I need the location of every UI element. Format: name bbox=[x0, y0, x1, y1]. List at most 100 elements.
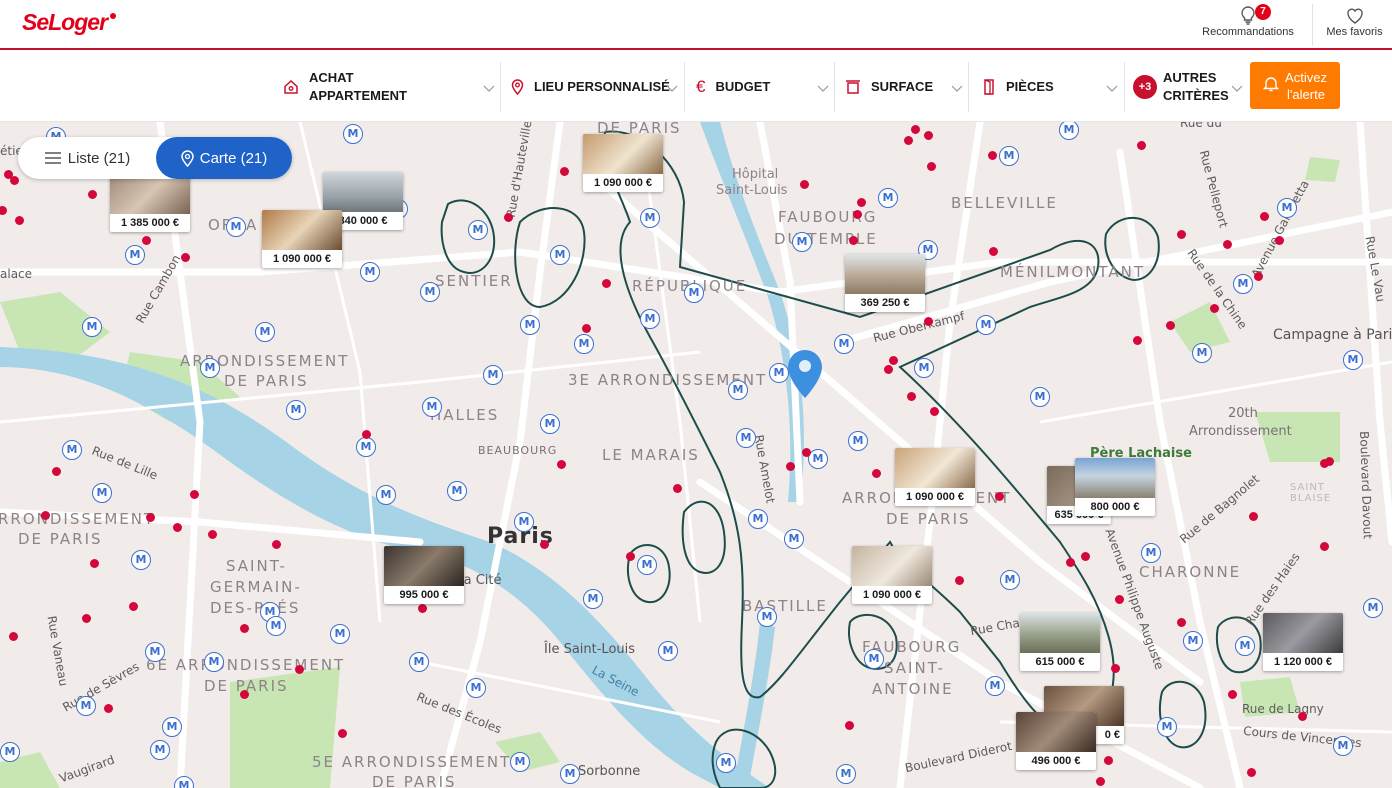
listing-dot[interactable] bbox=[1228, 690, 1237, 699]
listing-price-card[interactable]: 995 000 € bbox=[384, 546, 464, 604]
metro-icon[interactable]: M bbox=[1277, 198, 1297, 218]
map-view-button[interactable]: Carte (21) bbox=[156, 137, 292, 179]
listing-dot[interactable] bbox=[1298, 712, 1307, 721]
metro-icon[interactable]: M bbox=[514, 512, 534, 532]
listing-dot[interactable] bbox=[1111, 664, 1120, 673]
metro-icon[interactable]: M bbox=[360, 262, 380, 282]
metro-icon[interactable]: M bbox=[792, 232, 812, 252]
listing-dot[interactable] bbox=[338, 729, 347, 738]
metro-icon[interactable]: M bbox=[1192, 343, 1212, 363]
listing-dot[interactable] bbox=[889, 356, 898, 365]
metro-icon[interactable]: M bbox=[125, 245, 145, 265]
metro-icon[interactable]: M bbox=[62, 440, 82, 460]
transaction-type-filter[interactable]: ACHAT APPARTEMENT bbox=[283, 64, 495, 110]
metro-icon[interactable]: M bbox=[658, 641, 678, 661]
listing-dot[interactable] bbox=[853, 210, 862, 219]
listing-dot[interactable] bbox=[800, 180, 809, 189]
listing-dot[interactable] bbox=[924, 131, 933, 140]
listing-dot[interactable] bbox=[857, 198, 866, 207]
metro-icon[interactable]: M bbox=[834, 334, 854, 354]
listing-dot[interactable] bbox=[907, 392, 916, 401]
metro-icon[interactable]: M bbox=[560, 764, 580, 784]
listing-dot[interactable] bbox=[786, 462, 795, 471]
listing-dot[interactable] bbox=[1260, 212, 1269, 221]
listing-dot[interactable] bbox=[1223, 240, 1232, 249]
listing-price-card[interactable]: 1 385 000 € bbox=[110, 174, 190, 232]
metro-icon[interactable]: M bbox=[286, 400, 306, 420]
listing-dot[interactable] bbox=[1177, 618, 1186, 627]
metro-icon[interactable]: M bbox=[736, 428, 756, 448]
metro-icon[interactable]: M bbox=[447, 481, 467, 501]
listing-dot[interactable] bbox=[673, 484, 682, 493]
listing-dot[interactable] bbox=[504, 213, 513, 222]
listing-dot[interactable] bbox=[872, 469, 881, 478]
listing-dot[interactable] bbox=[1066, 558, 1075, 567]
listing-dot[interactable] bbox=[1096, 777, 1105, 786]
metro-icon[interactable]: M bbox=[878, 188, 898, 208]
metro-icon[interactable]: M bbox=[422, 397, 442, 417]
listing-dot[interactable] bbox=[988, 151, 997, 160]
listing-dot[interactable] bbox=[557, 460, 566, 469]
metro-icon[interactable]: M bbox=[1030, 387, 1050, 407]
metro-icon[interactable]: M bbox=[640, 309, 660, 329]
listing-dot[interactable] bbox=[911, 125, 920, 134]
listing-price-card[interactable]: 800 000 € bbox=[1075, 458, 1155, 516]
listing-dot[interactable] bbox=[362, 430, 371, 439]
rooms-filter[interactable]: PIÈCES bbox=[982, 64, 1118, 110]
metro-icon[interactable]: M bbox=[76, 696, 96, 716]
listing-dot[interactable] bbox=[802, 448, 811, 457]
listing-dot[interactable] bbox=[955, 576, 964, 585]
listing-dot[interactable] bbox=[240, 690, 249, 699]
metro-icon[interactable]: M bbox=[976, 315, 996, 335]
listing-price-card[interactable]: 1 090 000 € bbox=[895, 448, 975, 506]
listing-dot[interactable] bbox=[90, 559, 99, 568]
listing-dot[interactable] bbox=[295, 665, 304, 674]
metro-icon[interactable]: M bbox=[162, 717, 182, 737]
metro-icon[interactable]: M bbox=[848, 431, 868, 451]
listing-dot[interactable] bbox=[129, 602, 138, 611]
listing-dot[interactable] bbox=[626, 552, 635, 561]
listing-dot[interactable] bbox=[1115, 595, 1124, 604]
listing-dot[interactable] bbox=[41, 511, 50, 520]
listing-dot[interactable] bbox=[1133, 336, 1142, 345]
metro-icon[interactable]: M bbox=[330, 624, 350, 644]
listing-dot[interactable] bbox=[181, 253, 190, 262]
listing-price-card[interactable]: 1 120 000 € bbox=[1263, 613, 1343, 671]
metro-icon[interactable]: M bbox=[716, 753, 736, 773]
listing-dot[interactable] bbox=[88, 190, 97, 199]
listing-dot[interactable] bbox=[995, 492, 1004, 501]
metro-icon[interactable]: M bbox=[836, 764, 856, 784]
metro-icon[interactable]: M bbox=[999, 146, 1019, 166]
listing-dot[interactable] bbox=[82, 614, 91, 623]
listing-dot[interactable] bbox=[560, 167, 569, 176]
listing-dot[interactable] bbox=[924, 317, 933, 326]
listing-dot[interactable] bbox=[52, 467, 61, 476]
metro-icon[interactable]: M bbox=[540, 414, 560, 434]
metro-icon[interactable]: M bbox=[200, 358, 220, 378]
listing-dot[interactable] bbox=[1081, 552, 1090, 561]
listing-dot[interactable] bbox=[418, 604, 427, 613]
metro-icon[interactable]: M bbox=[757, 607, 777, 627]
metro-icon[interactable]: M bbox=[204, 652, 224, 672]
listing-dot[interactable] bbox=[1254, 272, 1263, 281]
listing-price-card[interactable]: 1 090 000 € bbox=[262, 210, 342, 268]
metro-icon[interactable]: M bbox=[1141, 543, 1161, 563]
metro-icon[interactable]: M bbox=[808, 449, 828, 469]
metro-icon[interactable]: M bbox=[420, 282, 440, 302]
metro-icon[interactable]: M bbox=[1000, 570, 1020, 590]
listing-dot[interactable] bbox=[989, 247, 998, 256]
metro-icon[interactable]: M bbox=[914, 358, 934, 378]
metro-icon[interactable]: M bbox=[784, 529, 804, 549]
listing-dot[interactable] bbox=[1137, 141, 1146, 150]
metro-icon[interactable]: M bbox=[468, 220, 488, 240]
recommendations-link[interactable]: 7 Recommandations bbox=[1193, 4, 1303, 46]
metro-icon[interactable]: M bbox=[574, 334, 594, 354]
listing-dot[interactable] bbox=[15, 216, 24, 225]
more-criteria-filter[interactable]: +3 AUTRES CRITÈRES bbox=[1133, 64, 1243, 110]
metro-icon[interactable]: M bbox=[409, 652, 429, 672]
metro-icon[interactable]: M bbox=[550, 245, 570, 265]
metro-icon[interactable]: M bbox=[985, 676, 1005, 696]
metro-icon[interactable]: M bbox=[1233, 274, 1253, 294]
listing-dot[interactable] bbox=[845, 721, 854, 730]
metro-icon[interactable]: M bbox=[150, 740, 170, 760]
